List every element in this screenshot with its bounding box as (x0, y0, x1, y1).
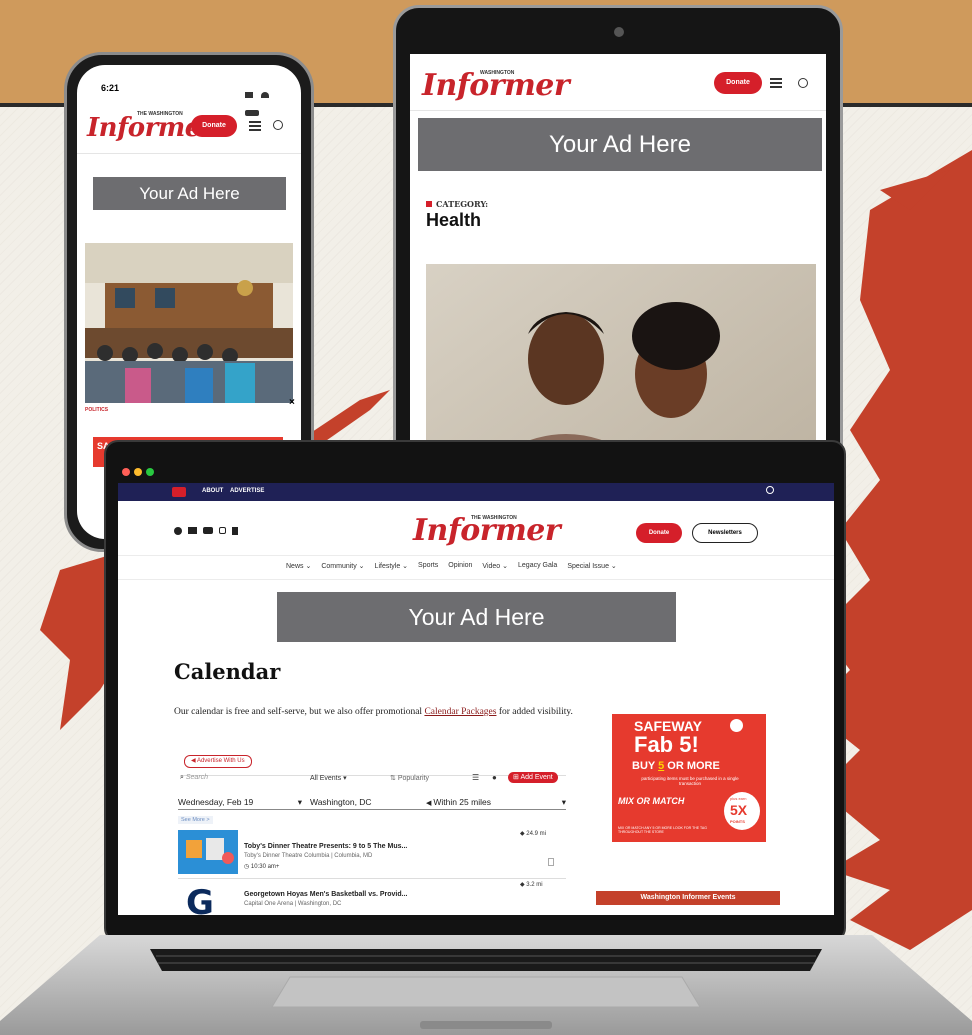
points-badge: plus earn 5X POINTS (724, 792, 760, 830)
social-icons (174, 527, 238, 535)
donate-button[interactable]: Donate (636, 523, 682, 543)
twitter-icon[interactable] (188, 527, 197, 534)
nav-divider-top (118, 555, 834, 556)
phone-logo[interactable]: THE WASHINGTON Informer (85, 105, 215, 143)
newsletters-button[interactable]: Newsletters (692, 523, 758, 543)
topbar-about-link[interactable]: ABOUT (202, 488, 223, 494)
chevron-down-icon: ▾ (297, 797, 302, 807)
window-minimize-icon[interactable] (134, 468, 142, 476)
phone-close-icon[interactable]: × (289, 397, 295, 408)
tablet-logo[interactable]: WASHINGTON Informer (422, 62, 570, 106)
advertise-with-us-button[interactable]: ◀ Advertise With Us (184, 755, 252, 768)
topbar-search-icon[interactable] (766, 486, 774, 494)
phone-donate-button[interactable]: Donate (191, 115, 237, 137)
nav-item-special-issue[interactable]: Special Issue ⌄ (567, 562, 616, 570)
event-thumbnail (178, 830, 238, 874)
site-topbar: ABOUT ADVERTISE (118, 483, 834, 501)
facebook-icon[interactable] (174, 527, 182, 535)
date-select[interactable]: Wednesday, Feb 19 ▾ (178, 797, 302, 807)
bookmark-icon[interactable] (548, 858, 554, 866)
topbar-advertise-link[interactable]: ADVERTISE (230, 488, 264, 494)
event-row[interactable]: Toby's Dinner Theatre Presents: 9 to 5 T… (178, 830, 566, 876)
safeway-logo-icon (730, 719, 743, 732)
tablet-menu-icon[interactable] (770, 78, 782, 88)
window-close-icon[interactable] (122, 468, 130, 476)
add-event-button[interactable]: ⊞ Add Event (508, 772, 558, 783)
event-row[interactable]: G Georgetown Hoyas Men's Basketball vs. … (178, 881, 566, 915)
top-ad-banner[interactable]: Your Ad Here (277, 592, 676, 642)
tablet-category-title[interactable]: Health (426, 210, 481, 231)
chevron-down-icon: ▾ (343, 775, 347, 782)
instagram-icon[interactable] (219, 527, 226, 534)
georgetown-logo-icon: G (186, 883, 214, 915)
events-box-title[interactable]: Washington Informer Events (596, 891, 780, 905)
nav-item-sports[interactable]: Sports (418, 562, 438, 570)
category-marker-icon (426, 201, 432, 207)
sort-icon: ⇅ (390, 775, 398, 782)
location-input[interactable]: Washington, DC (310, 797, 372, 807)
window-maximize-icon[interactable] (146, 468, 154, 476)
tiktok-icon[interactable] (232, 527, 238, 535)
nav-item-legacy-gala[interactable]: Legacy Gala (518, 562, 557, 570)
phone-article-image[interactable] (85, 243, 293, 403)
laptop-device: ABOUT ADVERTISE THE WASHINGTON Informer … (104, 440, 846, 942)
nav-divider-bottom (118, 579, 834, 580)
laptop-keyboard-base (0, 935, 972, 1035)
list-view-icon[interactable]: ☰ (472, 773, 479, 782)
phone-menu-icon[interactable] (249, 121, 261, 131)
page-title: Calendar (174, 659, 281, 684)
user-icon[interactable]: ● (492, 773, 497, 782)
tablet-account-icon[interactable] (798, 78, 808, 88)
phone-ad-banner[interactable]: Your Ad Here (93, 177, 286, 210)
safeway-ad[interactable]: SAFEWAY Fab 5! BUY 5 OR MORE participati… (612, 714, 766, 842)
nav-item-opinion[interactable]: Opinion (448, 562, 472, 570)
calendar-search-input[interactable]: ⌕ Search (180, 774, 208, 782)
calendar-intro: Our calendar is free and self-serve, but… (174, 707, 573, 717)
nav-item-news[interactable]: News ⌄ (286, 562, 311, 570)
phone-status-time: 6:21 (101, 83, 120, 93)
laptop-screen: ABOUT ADVERTISE THE WASHINGTON Informer … (118, 483, 834, 915)
youtube-icon[interactable] (203, 527, 213, 534)
chevron-down-icon: ▾ (561, 797, 566, 807)
phone-account-icon[interactable] (273, 120, 283, 130)
tablet-category-label: CATEGORY: (426, 199, 488, 209)
popularity-sort[interactable]: ⇅ Popularity (390, 774, 429, 782)
site-logo[interactable]: THE WASHINGTON Informer (413, 507, 561, 551)
event-divider (178, 878, 566, 879)
phone-header-divider (77, 153, 301, 154)
topbar-menu-icon[interactable] (172, 487, 186, 497)
filter-underline (178, 809, 566, 810)
nav-item-video[interactable]: Video ⌄ (482, 562, 508, 570)
tablet-ad-banner[interactable]: Your Ad Here (418, 118, 822, 171)
tablet-camera (614, 27, 624, 37)
clock-icon: ◷ (244, 864, 251, 870)
tablet-header-divider (410, 110, 826, 111)
radius-select[interactable]: ◀ Within 25 miles ▾ (426, 797, 566, 807)
main-nav: News ⌄ Community ⌄ Lifestyle ⌄ Sports Op… (286, 562, 627, 570)
all-events-select[interactable]: All Events ▾ (310, 774, 347, 782)
phone-status-icons (245, 85, 285, 116)
nav-item-community[interactable]: Community ⌄ (321, 562, 364, 570)
tablet-donate-button[interactable]: Donate (714, 72, 762, 94)
nav-item-lifestyle[interactable]: Lifestyle ⌄ (375, 562, 409, 570)
phone-section-label[interactable]: POLITICS (85, 407, 108, 413)
see-more-link[interactable]: See More > (178, 816, 213, 824)
calendar-packages-link[interactable]: Calendar Packages (424, 707, 496, 717)
